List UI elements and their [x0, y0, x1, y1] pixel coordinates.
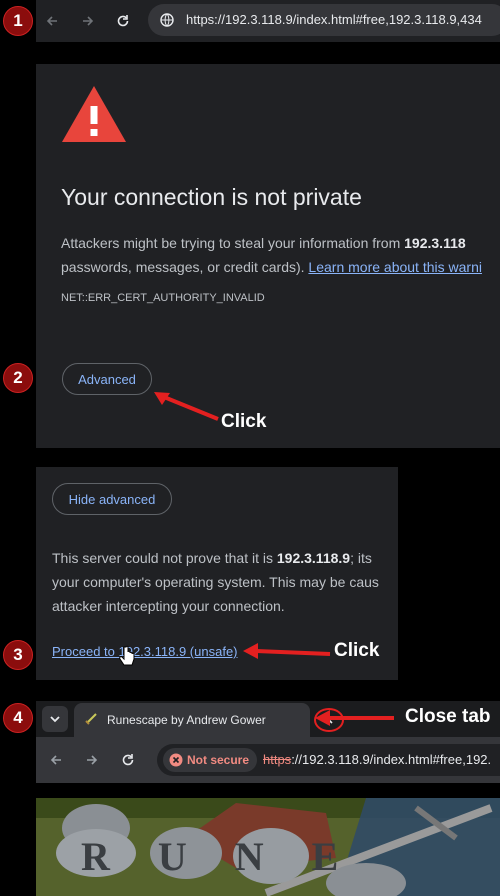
address-bar[interactable]: https://192.3.118.9/index.html#free,192.… [148, 4, 500, 36]
address-bar-url-2: https://192.3.118.9/index.html#free,192. [263, 752, 492, 767]
not-secure-icon [169, 753, 183, 767]
warning-description: Attackers might be trying to steal your … [61, 235, 482, 275]
reload-icon [117, 15, 129, 27]
error-code: NET::ERR_CERT_AUTHORITY_INVALID [61, 292, 265, 304]
learn-more-link[interactable]: Learn more about this warni [308, 259, 482, 275]
click-annotation-1: Click [221, 411, 267, 432]
site-info-icon [160, 13, 174, 27]
game-logo-text: RUNE [81, 834, 386, 879]
page-title: Your connection is not private [61, 184, 362, 210]
close-tab-annotation: Close tab [405, 706, 491, 727]
annotation-arrow-2 [243, 643, 331, 659]
not-secure-label: Not secure [187, 753, 250, 767]
not-secure-chip[interactable]: Not secure [163, 748, 257, 772]
reload-icon [122, 754, 134, 766]
hide-advanced-button[interactable]: Hide advanced [52, 483, 172, 515]
step-badge-4: 4 [3, 703, 33, 733]
step-badge-3: 3 [3, 640, 33, 670]
proceed-unsafe-link[interactable]: Proceed to 192.3.118.9 (unsafe) [52, 644, 238, 659]
annotation-arrow-1 [154, 392, 219, 421]
annotation-arrow-3 [315, 710, 394, 726]
forward-arrow-icon [87, 755, 98, 765]
browser-toolbar: https://192.3.118.9/index.html#free,192.… [36, 0, 500, 42]
back-arrow-icon [46, 16, 57, 26]
back-arrow-icon [50, 755, 61, 765]
forward-button-2[interactable] [80, 748, 104, 772]
tab-runescape[interactable]: Runescape by Andrew Gower [74, 703, 344, 737]
reload-button-2[interactable] [116, 748, 140, 772]
address-bar-url: https://192.3.118.9/index.html#free,192.… [186, 12, 482, 27]
advanced-details: Hide advanced This server could not prov… [36, 467, 398, 680]
back-button[interactable] [40, 9, 64, 33]
privacy-error-page: Your connection is not private Attackers… [36, 64, 500, 448]
advanced-description: This server could not prove that it is 1… [52, 550, 379, 614]
runescape-game-art: RUNE [36, 798, 500, 896]
game-scene-image: RUNE [36, 798, 500, 896]
sword-favicon-icon [85, 713, 97, 725]
click-annotation-2: Click [334, 640, 380, 661]
chevron-down-icon [50, 716, 60, 723]
warning-triangle-icon [62, 86, 126, 142]
address-bar-2[interactable]: Not secure https://192.3.118.9/index.htm… [157, 744, 500, 776]
browser-toolbar-2: Not secure https://192.3.118.9/index.htm… [36, 737, 500, 783]
advanced-button[interactable]: Advanced [62, 363, 152, 395]
tab-title: Runescape by Andrew Gower [107, 713, 266, 727]
hand-cursor-icon [119, 645, 135, 666]
step-badge-1: 1 [3, 6, 33, 36]
tab-search-button[interactable] [42, 706, 68, 732]
step-badge-2: 2 [3, 363, 33, 393]
reload-button[interactable] [111, 9, 135, 33]
forward-button[interactable] [76, 9, 100, 33]
forward-arrow-icon [83, 16, 94, 26]
back-button-2[interactable] [44, 748, 68, 772]
